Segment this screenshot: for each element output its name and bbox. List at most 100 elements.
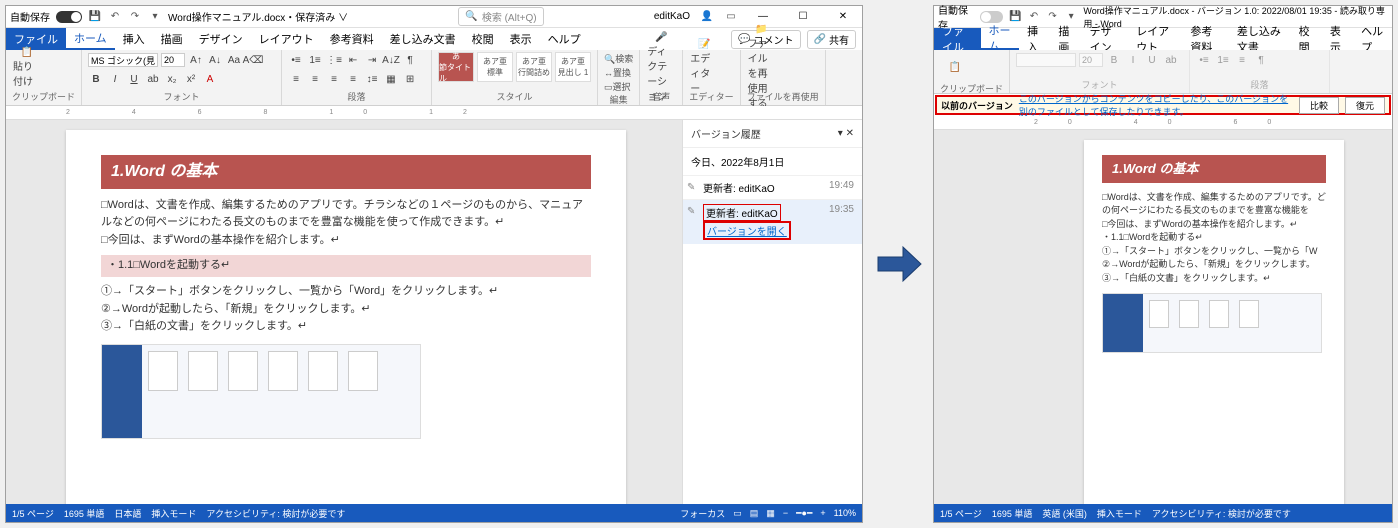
tab-view[interactable]: 表示	[1322, 28, 1353, 50]
redo-icon[interactable]: ↷	[1046, 10, 1059, 24]
view-read-icon[interactable]: ▭	[733, 508, 742, 519]
autosave-toggle[interactable]	[980, 11, 1003, 23]
tab-review[interactable]: 校閲	[1291, 28, 1322, 50]
zoom-in-icon[interactable]: +	[820, 508, 825, 518]
horizontal-ruler[interactable]: 20 40 60	[934, 116, 1392, 130]
restore-button[interactable]: 復元	[1345, 97, 1385, 114]
autosave-toggle[interactable]	[56, 11, 82, 23]
tab-draw[interactable]: 描画	[1050, 28, 1081, 50]
redo-icon[interactable]: ↷	[128, 10, 142, 24]
tab-help[interactable]: ヘルプ	[1353, 28, 1392, 50]
sort-icon[interactable]: A↓Z	[383, 52, 399, 68]
tab-help[interactable]: ヘルプ	[540, 28, 589, 50]
panel-close-icon[interactable]: ✕	[846, 128, 854, 139]
editor-button[interactable]: 📝エディター	[689, 52, 719, 82]
sb-page[interactable]: 1/5 ページ	[940, 507, 982, 520]
tab-mailings[interactable]: 差し込み文書	[382, 28, 464, 50]
tab-design[interactable]: デザイン	[1082, 28, 1129, 50]
tab-file[interactable]: ファイル	[934, 28, 981, 50]
style-nospacing[interactable]: あア亜行間詰め	[516, 52, 552, 82]
sb-words[interactable]: 1695 単語	[992, 507, 1033, 520]
view-print-icon[interactable]: ▤	[750, 508, 759, 519]
undo-icon[interactable]: ↶	[108, 10, 122, 24]
subscript-button[interactable]: x₂	[164, 71, 180, 87]
bullets-icon[interactable]: •≡	[288, 52, 304, 68]
tab-layout[interactable]: レイアウト	[1128, 28, 1182, 50]
qat-more-icon[interactable]: ▾	[148, 10, 162, 24]
justify-icon[interactable]: ≡	[345, 71, 361, 87]
dictation-button[interactable]: 🎤ディクテーション	[646, 52, 676, 82]
borders-icon[interactable]: ⊞	[402, 71, 418, 87]
zoom-out-icon[interactable]: −	[783, 508, 788, 518]
doc-embedded-image[interactable]	[1102, 293, 1322, 353]
sb-ime[interactable]: 挿入モード	[151, 507, 196, 520]
clear-format-icon[interactable]: A⌫	[245, 52, 261, 68]
align-left-icon[interactable]: ≡	[288, 71, 304, 87]
tab-insert[interactable]: 挿入	[1019, 28, 1050, 50]
tab-insert[interactable]: 挿入	[115, 28, 153, 50]
increase-font-icon[interactable]: A↑	[188, 52, 204, 68]
superscript-button[interactable]: x²	[183, 71, 199, 87]
doc-step[interactable]: ①→「スタート」ボタンをクリックし、一覧から「W	[1102, 245, 1326, 259]
tab-references[interactable]: 参考資料	[1182, 28, 1229, 50]
doc-step[interactable]: ①→「スタート」ボタンをクリックし、一覧から「Word」をクリックします。↵	[101, 283, 591, 301]
line-spacing-icon[interactable]: ↕≡	[364, 71, 380, 87]
replace-button[interactable]: ↔置換	[604, 66, 631, 79]
zoom-slider[interactable]: ━●━	[796, 508, 812, 519]
paste-button[interactable]: 📋貼り付け	[12, 52, 42, 82]
show-marks-icon[interactable]: ¶	[402, 52, 418, 68]
tab-home[interactable]: ホーム	[981, 28, 1020, 50]
tab-mailings[interactable]: 差し込み文書	[1229, 28, 1291, 50]
style-heading1[interactable]: あア亜見出し 1	[555, 52, 591, 82]
panel-dropdown-icon[interactable]: ▾	[838, 128, 843, 139]
window-options-icon[interactable]: ▭	[724, 10, 738, 24]
strikethrough-button[interactable]: ab	[145, 71, 161, 87]
reuse-button[interactable]: 📁ファイルを再使用する	[747, 52, 777, 82]
doc-subheading[interactable]: ・1.1□Wordを起動する↵	[101, 255, 591, 277]
horizontal-ruler[interactable]: 2 4 6 8 10 12	[6, 106, 862, 120]
document-title[interactable]: Word操作マニュアル.docx・保存済み ∨	[168, 9, 348, 24]
tab-layout[interactable]: レイアウト	[251, 28, 322, 50]
sb-lang[interactable]: 日本語	[114, 507, 141, 520]
maximize-button[interactable]: ☐	[788, 7, 818, 27]
tab-draw[interactable]: 描画	[153, 28, 191, 50]
document-scroll[interactable]: 1.Word の基本 □Wordは、文書を作成、編集するためのアプリです。どの何…	[934, 130, 1392, 504]
change-case-icon[interactable]: Aa	[226, 52, 242, 68]
save-icon[interactable]: 💾	[88, 10, 102, 24]
find-button[interactable]: 🔍検索	[604, 52, 633, 65]
doc-paragraph[interactable]: □今回は、まずWordの基本操作を紹介します。↵	[101, 232, 591, 250]
align-center-icon[interactable]: ≡	[307, 71, 323, 87]
numbering-icon[interactable]: 1≡	[307, 52, 323, 68]
doc-heading[interactable]: 1.Word の基本	[1102, 155, 1326, 183]
doc-step[interactable]: ③→「白紙の文書」をクリックします。↵	[101, 318, 591, 336]
doc-step[interactable]: ②→Wordが起動したら、「新規」をクリックします。	[1102, 258, 1326, 272]
doc-paragraph[interactable]: □今回は、まずWordの基本操作を紹介します。↵	[1102, 218, 1326, 232]
sb-lang[interactable]: 英語 (米国)	[1042, 507, 1087, 520]
version-item-selected[interactable]: ✎ 更新者: editKaO 19:35 バージョンを開く	[683, 199, 862, 244]
document-scroll[interactable]: 1.Word の基本 □Wordは、文書を作成、編集するためのアプリです。チラシ…	[6, 120, 682, 504]
user-name[interactable]: editKaO	[654, 11, 690, 22]
sb-accessibility[interactable]: アクセシビリティ: 検討が必要です	[1152, 507, 1291, 520]
multilevel-icon[interactable]: ⋮≡	[326, 52, 342, 68]
font-size-select[interactable]	[161, 53, 185, 67]
doc-paragraph[interactable]: □Wordは、文書を作成、編集するためのアプリです。チラシなどの１ページのものか…	[101, 197, 591, 232]
align-right-icon[interactable]: ≡	[326, 71, 342, 87]
qat-more-icon[interactable]: ▾	[1065, 10, 1078, 24]
doc-step[interactable]: ②→Wordが起動したら、「新規」をクリックします。↵	[101, 301, 591, 319]
avatar[interactable]: 👤	[700, 10, 714, 24]
shading-icon[interactable]: ▦	[383, 71, 399, 87]
doc-heading[interactable]: 1.Word の基本	[101, 155, 591, 189]
share-button[interactable]: 🔗共有	[807, 30, 856, 49]
compare-button[interactable]: 比較	[1299, 97, 1339, 114]
sb-ime[interactable]: 挿入モード	[1097, 507, 1142, 520]
decrease-font-icon[interactable]: A↓	[207, 52, 223, 68]
doc-paragraph[interactable]: □Wordは、文書を作成、編集するためのアプリです。どの何ページにわたる長文のも…	[1102, 191, 1326, 218]
paste-button[interactable]: 📋	[940, 52, 970, 82]
tab-design[interactable]: デザイン	[191, 28, 251, 50]
undo-icon[interactable]: ↶	[1028, 10, 1041, 24]
sb-page[interactable]: 1/5 ページ	[12, 507, 54, 520]
tab-review[interactable]: 校閲	[464, 28, 502, 50]
open-version-link[interactable]: バージョンを開く	[703, 221, 791, 240]
italic-button[interactable]: I	[107, 71, 123, 87]
zoom-level[interactable]: 110%	[834, 508, 856, 518]
